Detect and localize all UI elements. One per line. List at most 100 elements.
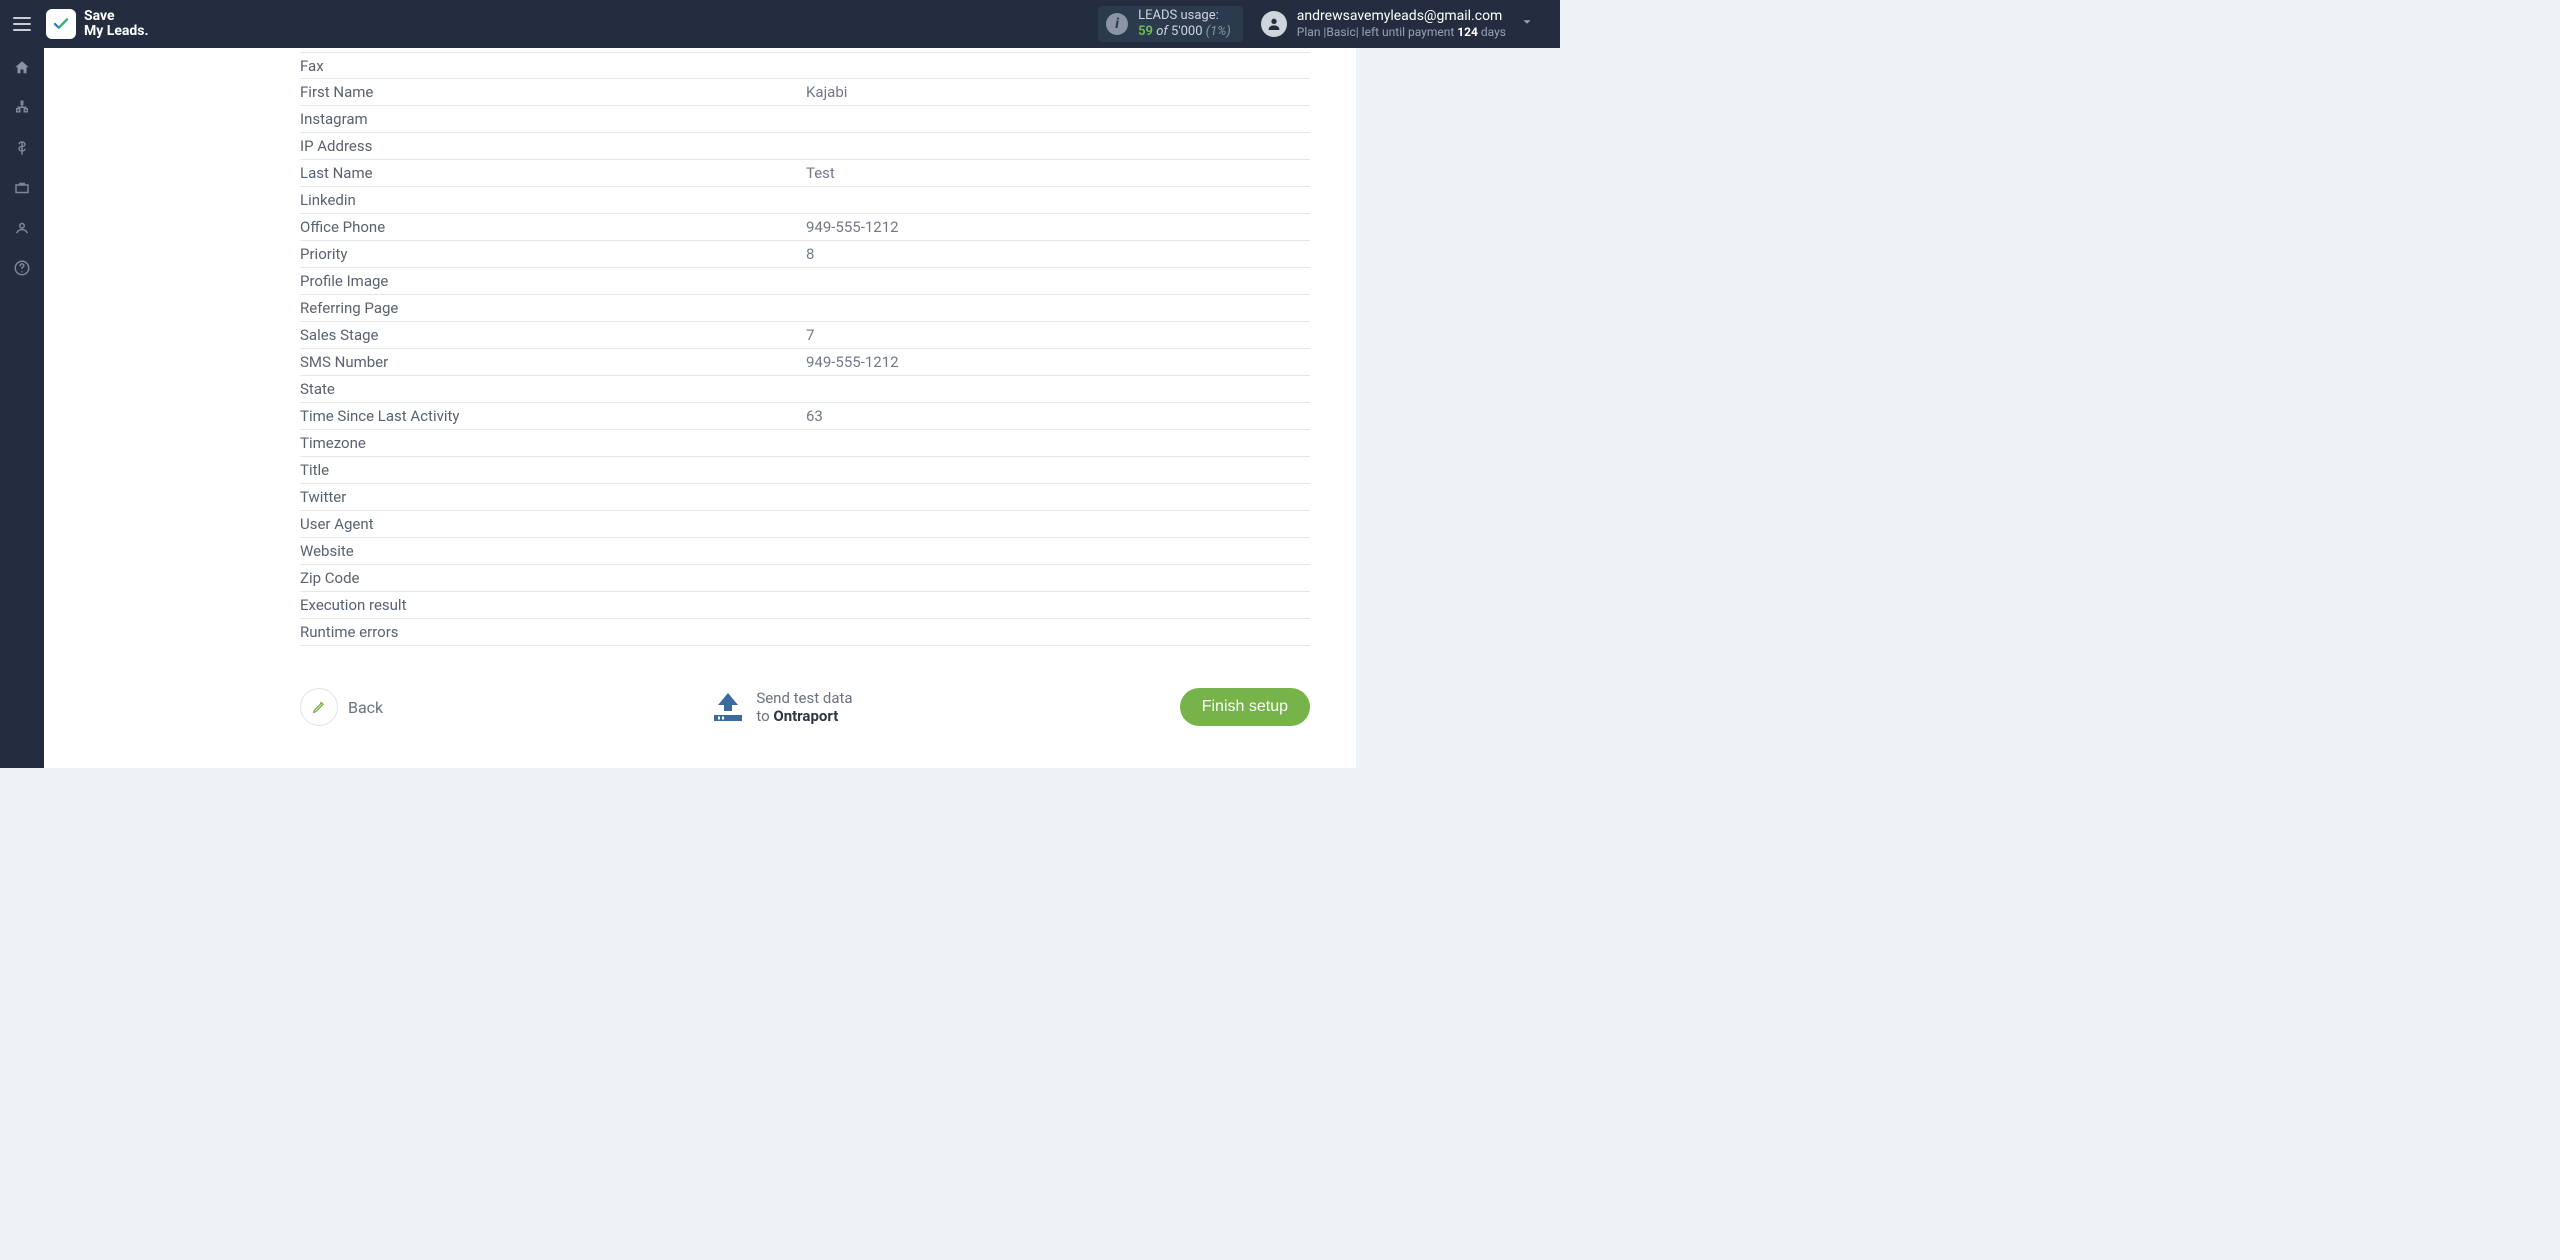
field-row: Zip Code xyxy=(300,565,1310,592)
brand-line1: Save xyxy=(84,9,149,24)
field-label: Runtime errors xyxy=(300,623,806,641)
leads-usage-value: 59 of 5'000 (1%) xyxy=(1138,24,1231,40)
logo-text: Save My Leads. xyxy=(84,9,149,39)
field-label: User Agent xyxy=(300,515,806,533)
field-row: Profile Image xyxy=(300,268,1310,295)
field-label: IP Address xyxy=(300,137,806,155)
field-label: Zip Code xyxy=(300,569,806,587)
chevron-down-icon xyxy=(1520,15,1534,33)
field-row: Office Phone949-555-1212 xyxy=(300,214,1310,241)
send-dest: Ontraport xyxy=(773,707,838,725)
logo[interactable]: Save My Leads. xyxy=(46,9,149,39)
send-line2-prefix: to xyxy=(756,707,773,725)
briefcase-icon xyxy=(13,179,31,197)
field-value: 949-555-1212 xyxy=(806,218,1310,236)
leads-usage-widget[interactable]: i LEADS usage: 59 of 5'000 (1%) xyxy=(1098,6,1243,42)
plan-mid: | left until payment xyxy=(1356,25,1458,39)
field-row: Twitter xyxy=(300,484,1310,511)
field-row: State xyxy=(300,376,1310,403)
leads-used: 59 xyxy=(1138,24,1153,39)
user-email: andrewsavemyleads@gmail.com xyxy=(1297,8,1506,24)
field-label: Fax xyxy=(300,57,806,75)
brand-line2: My Leads. xyxy=(84,24,149,39)
send-test-button[interactable]: Send test data to Ontraport xyxy=(710,689,852,725)
plan-days: 124 xyxy=(1457,25,1478,39)
field-row: Fax xyxy=(300,52,1310,79)
sidebar xyxy=(0,48,44,768)
user-menu[interactable]: andrewsavemyleads@gmail.com Plan |Basic|… xyxy=(1261,8,1546,40)
finish-setup-button[interactable]: Finish setup xyxy=(1180,688,1310,726)
send-line1: Send test data xyxy=(756,689,852,707)
field-label: Profile Image xyxy=(300,272,806,290)
plan-days-suffix: days xyxy=(1478,25,1506,39)
field-row: Execution result xyxy=(300,592,1310,619)
hamburger-menu[interactable] xyxy=(0,0,44,48)
plan-name: Basic xyxy=(1326,25,1355,39)
logo-badge xyxy=(46,9,76,39)
pencil-circle xyxy=(300,688,338,726)
field-value: 8 xyxy=(806,245,1310,263)
leads-max: 5'000 xyxy=(1171,24,1203,39)
avatar xyxy=(1261,11,1287,37)
field-value: Test xyxy=(806,164,1310,182)
field-label: Website xyxy=(300,542,806,560)
field-row: Time Since Last Activity63 xyxy=(300,403,1310,430)
plan-prefix: Plan | xyxy=(1297,25,1327,39)
field-label: State xyxy=(300,380,806,398)
field-label: First Name xyxy=(300,83,806,101)
field-row: SMS Number949-555-1212 xyxy=(300,349,1310,376)
field-row: User Agent xyxy=(300,511,1310,538)
user-icon xyxy=(1266,16,1282,32)
main-canvas: FaxFirst NameKajabiInstagramIP AddressLa… xyxy=(44,48,1560,768)
field-row: Last NameTest xyxy=(300,160,1310,187)
field-value: 7 xyxy=(806,326,1310,344)
field-label: Last Name xyxy=(300,164,806,182)
field-label: SMS Number xyxy=(300,353,806,371)
field-row: Runtime errors xyxy=(300,619,1310,646)
hamburger-icon xyxy=(13,17,31,31)
action-bar: Back Send test data to xyxy=(300,688,1310,726)
field-row: Sales Stage7 xyxy=(300,322,1310,349)
field-row: Instagram xyxy=(300,106,1310,133)
field-row: Website xyxy=(300,538,1310,565)
field-row: Timezone xyxy=(300,430,1310,457)
field-label: Linkedin xyxy=(300,191,806,209)
back-button[interactable]: Back xyxy=(300,688,383,726)
leads-pct: (1%) xyxy=(1206,24,1231,39)
info-icon: i xyxy=(1106,13,1128,35)
field-label: Referring Page xyxy=(300,299,806,317)
sitemap-icon xyxy=(13,99,31,117)
field-row: Title xyxy=(300,457,1310,484)
pencil-icon xyxy=(311,699,327,715)
field-row: Priority8 xyxy=(300,241,1310,268)
leads-of: of xyxy=(1156,24,1168,39)
sidebar-item-account[interactable] xyxy=(0,208,44,248)
field-label: Time Since Last Activity xyxy=(300,407,806,425)
field-label: Priority xyxy=(300,245,806,263)
field-list: FaxFirst NameKajabiInstagramIP AddressLa… xyxy=(300,48,1310,646)
sidebar-item-home[interactable] xyxy=(0,48,44,88)
leads-usage-title: LEADS usage: xyxy=(1138,8,1231,24)
user-icon xyxy=(13,219,31,237)
field-label: Instagram xyxy=(300,110,806,128)
field-label: Execution result xyxy=(300,596,806,614)
field-label: Office Phone xyxy=(300,218,806,236)
field-label: Twitter xyxy=(300,488,806,506)
field-row: First NameKajabi xyxy=(300,79,1310,106)
field-value: Kajabi xyxy=(806,83,1310,101)
plan-line: Plan |Basic| left until payment 124 days xyxy=(1297,24,1506,40)
field-label: Timezone xyxy=(300,434,806,452)
help-icon xyxy=(13,259,31,277)
sidebar-item-briefcase[interactable] xyxy=(0,168,44,208)
dollar-icon xyxy=(13,139,31,157)
home-icon xyxy=(13,59,31,77)
sidebar-item-connections[interactable] xyxy=(0,88,44,128)
field-row: Referring Page xyxy=(300,295,1310,322)
field-row: Linkedin xyxy=(300,187,1310,214)
upload-icon xyxy=(710,689,746,725)
field-value: 949-555-1212 xyxy=(806,353,1310,371)
sidebar-item-help[interactable] xyxy=(0,248,44,288)
sidebar-item-billing[interactable] xyxy=(0,128,44,168)
field-value: 63 xyxy=(806,407,1310,425)
send-test-text: Send test data to Ontraport xyxy=(756,689,852,725)
